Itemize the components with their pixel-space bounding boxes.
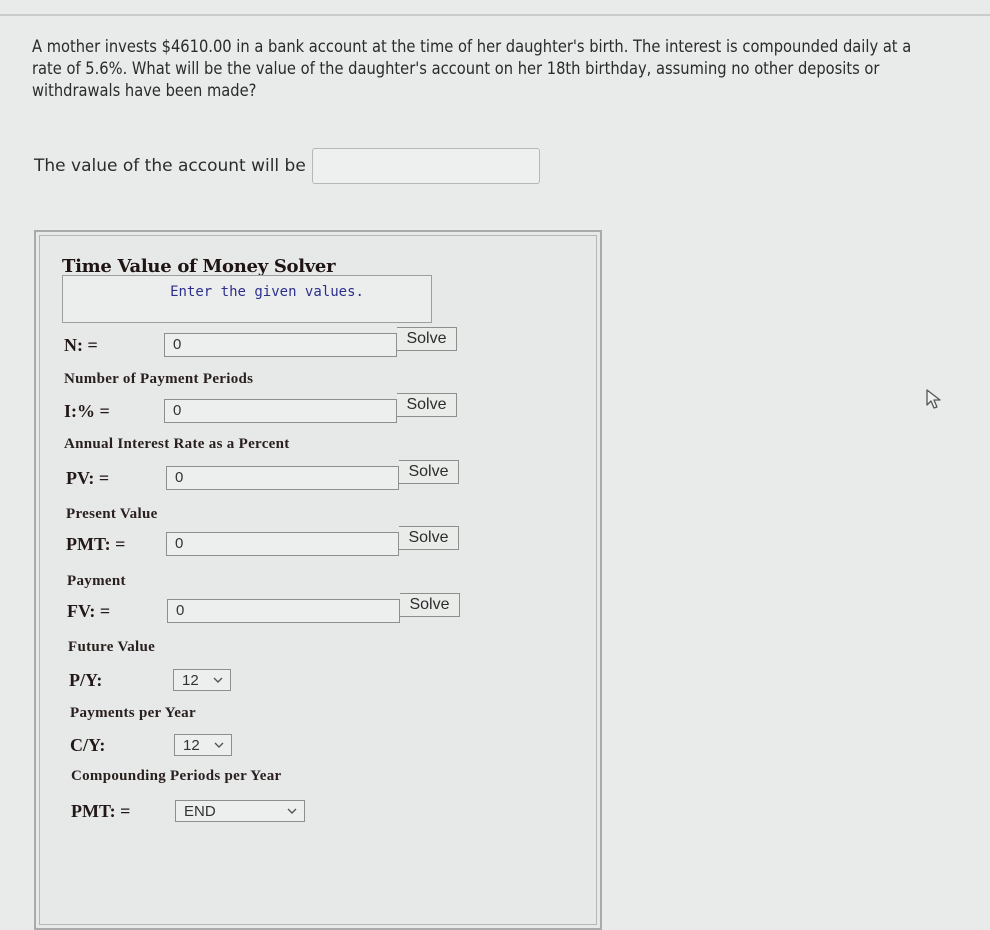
solve-pmt-button[interactable]: Solve: [399, 526, 459, 550]
pv-input[interactable]: 0: [166, 466, 399, 490]
mouse-pointer-icon: [926, 389, 941, 409]
chevron-down-icon: [213, 677, 223, 683]
field-desc-i: Annual Interest Rate as a Percent: [64, 436, 290, 452]
field-desc-pmt: Payment: [67, 573, 126, 589]
solve-interest-button[interactable]: Solve: [397, 393, 457, 417]
payments-per-year-select[interactable]: 12: [173, 669, 231, 691]
interest-input[interactable]: 0: [164, 399, 397, 423]
field-label-pv: PV: =: [66, 467, 110, 488]
solver-title: Time Value of Money Solver: [62, 256, 336, 277]
pmt-input[interactable]: 0: [166, 532, 399, 556]
field-desc-pv: Present Value: [66, 506, 158, 522]
select-row-cy: C/Y: 12: [70, 733, 232, 757]
select-desc-py: Payments per Year: [70, 705, 196, 721]
chevron-down-icon: [214, 742, 224, 748]
select-value-pmt-timing: END: [184, 802, 216, 820]
select-desc-cy: Compounding Periods per Year: [71, 768, 282, 784]
chevron-down-icon: [287, 808, 297, 814]
field-row-n: N: = 0 Solve: [64, 327, 457, 357]
select-label-cy: C/Y:: [70, 734, 106, 755]
select-value-py: 12: [182, 671, 199, 689]
field-label-i: I:% =: [64, 400, 110, 421]
fv-input[interactable]: 0: [167, 599, 400, 623]
question-text: A mother invests $4610.00 in a bank acco…: [32, 37, 912, 101]
field-row-pv: PV: = 0 Solve: [66, 460, 459, 490]
solve-fv-button[interactable]: Solve: [400, 593, 460, 617]
n-input[interactable]: 0: [164, 333, 397, 357]
compounding-per-year-select[interactable]: 12: [174, 734, 232, 756]
field-desc-fv: Future Value: [68, 639, 156, 655]
field-desc-n: Number of Payment Periods: [64, 371, 254, 387]
answer-input[interactable]: [311, 148, 540, 184]
answer-row: The value of the account will be: [34, 146, 540, 186]
field-row-i: I:% = 0 Solve: [64, 393, 457, 423]
field-label-n: N: =: [64, 334, 98, 355]
message-box: Enter the given values.: [62, 275, 432, 323]
solve-pv-button[interactable]: Solve: [399, 460, 459, 484]
top-divider: [0, 14, 990, 16]
answer-label: The value of the account will be: [34, 156, 306, 176]
payment-timing-select[interactable]: END: [175, 800, 305, 822]
select-value-cy: 12: [183, 736, 200, 754]
solve-n-button[interactable]: Solve: [397, 327, 457, 351]
select-label-py: P/Y:: [69, 669, 103, 690]
tvm-solver-inner: Time Value of Money Solver Enter the giv…: [39, 235, 597, 925]
tvm-solver-panel: Time Value of Money Solver Enter the giv…: [34, 230, 602, 930]
select-label-pmt-timing: PMT: =: [71, 800, 131, 821]
field-row-pmt: PMT: = 0 Solve: [66, 526, 459, 556]
message-text: Enter the given values.: [170, 284, 364, 300]
field-label-fv: FV: =: [67, 600, 111, 621]
field-label-pmt: PMT: =: [66, 533, 126, 554]
select-row-pmt-timing: PMT: = END: [71, 799, 305, 823]
field-row-fv: FV: = 0 Solve: [67, 593, 460, 623]
select-row-py: P/Y: 12: [69, 668, 231, 692]
